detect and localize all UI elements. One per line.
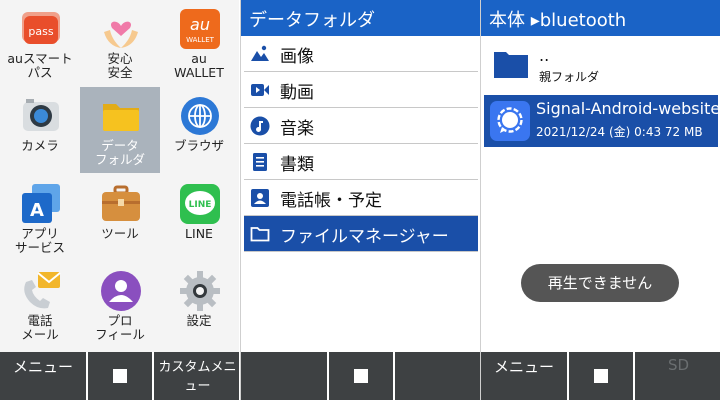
app-tool[interactable]: ツール bbox=[80, 175, 160, 261]
softkey-bar: メニュー SD bbox=[481, 352, 720, 400]
softkey-bar bbox=[241, 352, 481, 400]
app-label: LINE bbox=[185, 226, 213, 241]
app-safety[interactable]: 安心 安全 bbox=[80, 0, 160, 86]
app-service-icon: A bbox=[22, 184, 60, 223]
camera-icon bbox=[23, 99, 59, 131]
list-item-contacts-schedule[interactable]: 電話帳・予定 bbox=[244, 180, 478, 216]
app-label: ブラウザ bbox=[173, 138, 224, 153]
list-item-label: ファイルマネージャー bbox=[280, 227, 449, 247]
pass-text: pass bbox=[28, 25, 53, 38]
signal-app-icon bbox=[490, 101, 530, 141]
app-label: データ フォルダ bbox=[94, 138, 145, 167]
app-app-service[interactable]: A アプリ サービス bbox=[0, 175, 80, 261]
file-row[interactable]: Signal-Android-website-prod-5.28.8.apk 2… bbox=[484, 95, 718, 147]
image-icon bbox=[251, 45, 269, 61]
list-item-documents[interactable]: 書類 bbox=[244, 144, 478, 180]
softkey-menu[interactable]: メニュー bbox=[0, 352, 88, 400]
app-au-wallet[interactable]: au WALLET au WALLET bbox=[159, 0, 239, 86]
softkey-label: メニュー bbox=[12, 358, 73, 376]
parent-folder-row[interactable]: .. 親フォルダ bbox=[484, 40, 718, 92]
profile-icon bbox=[101, 271, 141, 311]
app-line[interactable]: LINE LINE bbox=[159, 175, 239, 261]
header: 本体 ▸bluetooth bbox=[481, 0, 720, 36]
list-item-label: 動画 bbox=[280, 83, 314, 103]
toast-message: 再生できません bbox=[521, 264, 679, 302]
app-label: ツール bbox=[101, 226, 139, 241]
app-profile[interactable]: プロ フィール bbox=[80, 262, 160, 348]
wallet-text: WALLET bbox=[186, 36, 215, 44]
softkey-bar: メニュー カスタムメニュー bbox=[0, 352, 239, 400]
file-name: Signal-Android-website-prod-5.28.8.apk bbox=[536, 99, 718, 118]
softkey-center[interactable] bbox=[569, 352, 633, 400]
softkey-label: メニュー bbox=[493, 358, 554, 376]
list-item-images[interactable]: 画像 bbox=[244, 36, 478, 72]
softkey-sd: SD bbox=[633, 352, 720, 400]
breadcrumb: 本体 ▸bluetooth bbox=[489, 10, 627, 31]
tool-briefcase-icon bbox=[102, 185, 140, 221]
line-icon: LINE bbox=[180, 184, 220, 224]
line-text: LINE bbox=[189, 200, 212, 210]
app-label: auスマート パス bbox=[7, 51, 73, 80]
list-item-videos[interactable]: 動画 bbox=[244, 72, 478, 108]
data-folder-list: 画像 動画 音楽 書類 電話帳・予定 ファイルマネージャー bbox=[241, 36, 481, 252]
au-text: au bbox=[190, 15, 210, 34]
au-wallet-icon: au WALLET bbox=[180, 9, 220, 49]
app-settings[interactable]: 設定 bbox=[159, 262, 239, 348]
au-smart-pass-icon: pass bbox=[22, 12, 60, 44]
center-square-icon bbox=[594, 369, 608, 383]
list-item-label: 音楽 bbox=[280, 119, 314, 139]
safety-hands-heart-icon bbox=[104, 21, 138, 48]
list-item-music[interactable]: 音楽 bbox=[244, 108, 478, 144]
app-au-smart-pass[interactable]: pass auスマート パス bbox=[0, 0, 80, 86]
app-label: アプリ サービス bbox=[14, 226, 65, 255]
center-square-icon bbox=[113, 369, 127, 383]
contacts-icon bbox=[251, 189, 269, 207]
app-label: 電話 メール bbox=[21, 313, 59, 342]
app-phone-mail[interactable]: 電話 メール bbox=[0, 262, 80, 348]
file-manager-screen: 本体 ▸bluetooth .. 親フォルダ Signal-Android-we… bbox=[480, 0, 720, 400]
data-folder-icon bbox=[103, 104, 139, 131]
softkey-custom-menu[interactable]: カスタムメニュー bbox=[152, 352, 239, 400]
softkey-center[interactable] bbox=[88, 352, 152, 400]
center-square-icon bbox=[354, 369, 368, 383]
folder-icon bbox=[494, 52, 528, 78]
softkey-menu[interactable]: メニュー bbox=[481, 352, 569, 400]
folder-outline-icon bbox=[250, 227, 270, 242]
phone-mail-icon bbox=[24, 272, 61, 309]
list-item-label: 書類 bbox=[280, 155, 314, 175]
softkey-center[interactable] bbox=[329, 352, 393, 400]
softkey-right[interactable] bbox=[393, 352, 481, 400]
document-icon bbox=[253, 153, 267, 171]
file-meta: 2021/12/24 (金) 0:43 72 MB bbox=[536, 125, 703, 139]
app-label: プロ フィール bbox=[95, 313, 145, 342]
list-item-label: 電話帳・予定 bbox=[280, 191, 382, 211]
video-icon bbox=[251, 84, 269, 96]
list-item-file-manager[interactable]: ファイルマネージャー bbox=[244, 216, 478, 252]
list-item-label: 画像 bbox=[280, 47, 314, 67]
browser-globe-icon bbox=[181, 97, 219, 135]
app-label: カメラ bbox=[21, 138, 59, 153]
app-browser[interactable]: ブラウザ bbox=[159, 87, 239, 173]
app-a-text: A bbox=[30, 200, 44, 221]
app-label: 設定 bbox=[186, 313, 212, 328]
settings-gear-icon bbox=[180, 271, 220, 311]
parent-folder-label: 親フォルダ bbox=[539, 70, 600, 84]
softkey-left[interactable] bbox=[241, 352, 329, 400]
page-title: データフォルダ bbox=[249, 10, 375, 31]
app-data-folder[interactable]: データ フォルダ bbox=[80, 87, 160, 173]
softkey-label: カスタムメニュー bbox=[158, 360, 237, 394]
music-icon bbox=[250, 116, 270, 136]
parent-folder-name: .. bbox=[539, 46, 550, 65]
header: データフォルダ bbox=[241, 0, 481, 36]
softkey-label: SD bbox=[667, 356, 690, 374]
data-folder-screen: データフォルダ 画像 動画 音楽 書類 電話帳・予定 ファイルマネージャー bbox=[240, 0, 481, 400]
app-label: au WALLET bbox=[174, 51, 224, 80]
app-grid: pass auスマート パス 安心 安全 au WALLET au WALLET bbox=[0, 0, 239, 350]
home-screen: pass auスマート パス 安心 安全 au WALLET au WALLET bbox=[0, 0, 239, 400]
app-camera[interactable]: カメラ bbox=[0, 87, 80, 173]
app-label: 安心 安全 bbox=[107, 51, 133, 80]
